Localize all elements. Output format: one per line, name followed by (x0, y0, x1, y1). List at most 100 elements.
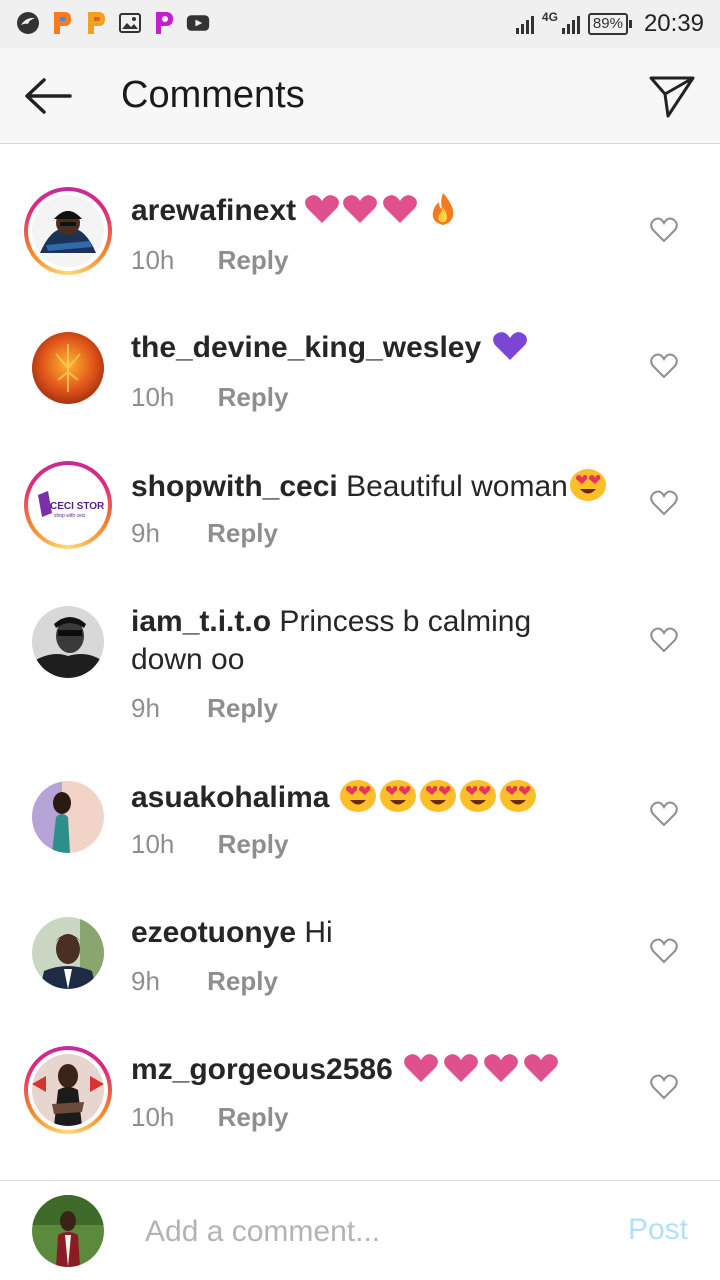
pink-heart-icon (305, 195, 340, 223)
heart-outline-icon (650, 801, 678, 827)
signal-icon-2 (561, 14, 580, 34)
back-arrow-icon (25, 78, 72, 114)
comment-username[interactable]: arewafinext (131, 194, 296, 227)
avatar-story-ring[interactable] (24, 1046, 112, 1134)
comment-meta: 9h Reply (131, 518, 278, 549)
comment-time: 10h (131, 1102, 175, 1132)
reply-button[interactable]: Reply (207, 693, 278, 724)
clock: 20:39 (643, 10, 704, 37)
comment-time: 9h (131, 693, 160, 723)
comment-time: 10h (131, 382, 175, 412)
comment-body: arewafinext (131, 192, 626, 230)
heart-outline-icon (650, 1074, 678, 1100)
comment-username[interactable]: iam_t.i.t.o (131, 605, 271, 638)
like-button[interactable] (650, 801, 678, 827)
avatar-story-ring[interactable] (24, 187, 112, 275)
avatar[interactable] (32, 917, 104, 989)
comment-username[interactable]: asuakohalima (131, 781, 329, 814)
battery-indicator: 89% (587, 13, 632, 35)
heart-eyes-face-icon (499, 780, 536, 812)
pink-heart-icon (484, 1054, 519, 1082)
shop-logo-text: CECI STORE (50, 501, 104, 512)
like-button[interactable] (650, 938, 678, 964)
comment-text: Beautiful woman (346, 470, 568, 503)
picsart-icon (152, 10, 176, 36)
pink-heart-icon (383, 195, 418, 223)
emoji-group (401, 1053, 561, 1086)
pink-heart-icon (343, 195, 378, 223)
current-user-avatar (32, 1195, 104, 1267)
heart-outline-icon (650, 627, 678, 653)
comment-body: ezeotuonye Hi (131, 914, 626, 952)
post-button[interactable]: Post (628, 1213, 688, 1247)
comment-time: 9h (131, 966, 160, 996)
comment-meta: 10h Reply (131, 382, 288, 413)
comment-body: iam_t.i.t.o Princess b calming down oo (131, 603, 591, 679)
avatar[interactable] (32, 332, 104, 404)
shop-tagline-text: shop with ceci (54, 513, 85, 519)
p-app-icon-2 (84, 10, 108, 36)
reply-button[interactable]: Reply (207, 966, 278, 997)
notification-icons (16, 10, 210, 36)
like-button[interactable] (650, 490, 678, 516)
heart-eyes-face-icon (419, 780, 456, 812)
page-title: Comments (121, 74, 305, 116)
comment-time: 9h (131, 518, 160, 548)
fire-icon (432, 193, 454, 225)
emoji-group (338, 780, 538, 814)
share-button[interactable] (648, 72, 696, 120)
heart-eyes-face-icon (459, 780, 496, 812)
signal-icon (515, 14, 534, 34)
pink-heart-icon (404, 1054, 439, 1082)
comment-body: asuakohalima (131, 777, 626, 817)
comment-username[interactable]: shopwith_ceci (131, 470, 338, 503)
gallery-icon (118, 10, 142, 36)
reply-button[interactable]: Reply (218, 382, 289, 413)
emoji-group (304, 193, 456, 227)
avatar (32, 195, 104, 267)
pink-heart-icon (524, 1054, 559, 1082)
send-icon (649, 76, 695, 118)
comment-username[interactable]: ezeotuonye (131, 916, 296, 949)
avatar-story-ring[interactable]: CECI STORE shop with ceci (24, 461, 112, 549)
app-header: Comments (0, 48, 720, 144)
pink-heart-icon (444, 1054, 479, 1082)
comment-composer: Post (0, 1180, 720, 1280)
comment-meta: 10h Reply (131, 1102, 288, 1133)
heart-eyes-face-icon (339, 780, 376, 812)
reply-button[interactable]: Reply (207, 518, 278, 549)
like-button[interactable] (650, 1074, 678, 1100)
reply-button[interactable]: Reply (218, 245, 289, 276)
comment-input[interactable] (145, 1209, 595, 1255)
heart-outline-icon (650, 217, 678, 243)
system-status: 4G 89% 20:39 (515, 10, 704, 38)
comment-time: 10h (131, 245, 175, 275)
comment-body: the_devine_king_wesley (131, 329, 626, 367)
back-button[interactable] (22, 76, 74, 116)
youtube-icon (186, 10, 210, 36)
like-button[interactable] (650, 217, 678, 243)
avatar (32, 1054, 104, 1126)
reply-button[interactable]: Reply (218, 829, 289, 860)
comment-username[interactable]: mz_gorgeous2586 (131, 1053, 393, 1086)
comment-meta: 9h Reply (131, 693, 278, 724)
comment-meta: 10h Reply (131, 245, 288, 276)
comment-meta: 9h Reply (131, 966, 278, 997)
heart-eyes-face-icon (379, 780, 416, 812)
comment-body: shopwith_ceci Beautiful woman (131, 466, 626, 506)
network-type: 4G (541, 10, 558, 24)
comment-username[interactable]: the_devine_king_wesley (131, 331, 481, 364)
avatar[interactable] (32, 781, 104, 853)
reply-button[interactable]: Reply (218, 1102, 289, 1133)
like-button[interactable] (650, 353, 678, 379)
comment-body: mz_gorgeous2586 (131, 1051, 626, 1089)
status-bar: 4G 89% 20:39 (0, 0, 720, 48)
comment-time: 10h (131, 829, 175, 859)
bird-app-icon (16, 10, 40, 36)
avatar[interactable] (32, 606, 104, 678)
comment-meta: 10h Reply (131, 829, 288, 860)
heart-outline-icon (650, 490, 678, 516)
comment-text: Hi (304, 916, 333, 949)
heart-outline-icon (650, 938, 678, 964)
like-button[interactable] (650, 627, 678, 653)
